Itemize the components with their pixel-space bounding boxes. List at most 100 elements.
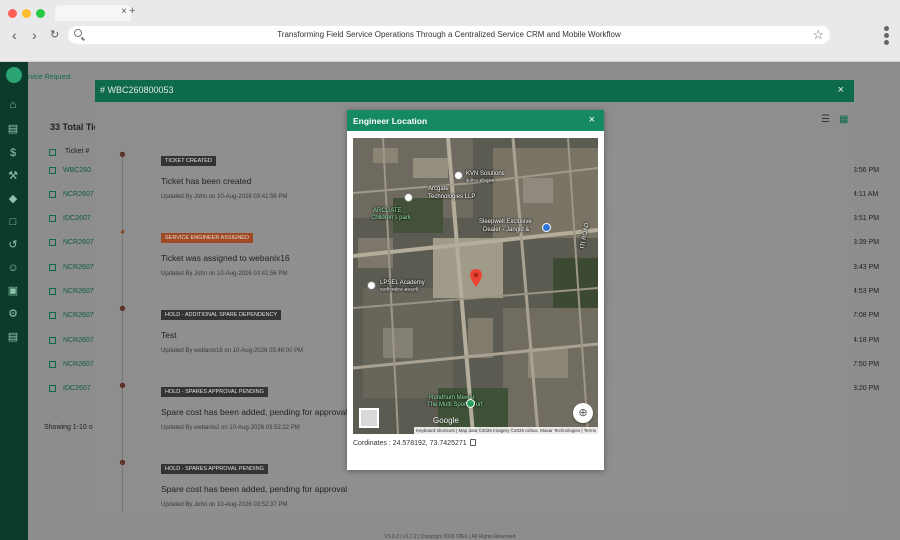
table-row[interactable]: NCR2607	[63, 312, 94, 319]
my-location-icon[interactable]: ⊕	[573, 403, 593, 423]
event-text: Ticket was assigned to webanix16	[161, 253, 290, 263]
wrench-icon[interactable]: ⚒	[6, 169, 20, 183]
place-marker-icon[interactable]	[367, 281, 376, 290]
footer-text: V1.0.2 | v1.7.2 | Copyright 2026 IDEX | …	[384, 534, 516, 540]
row-checkbox[interactable]	[49, 191, 56, 198]
row-time: 3:43 PM	[853, 264, 880, 271]
bookmark-star-icon[interactable]: ☆	[812, 27, 824, 43]
row-checkbox[interactable]	[49, 167, 56, 174]
page-heading: rvice Request	[28, 74, 71, 81]
ticket-column-header: Ticket #	[65, 148, 90, 155]
row-checkbox[interactable]	[49, 239, 56, 246]
map-place-label: Technologies LLP	[428, 194, 476, 200]
engineer-location-pin-icon[interactable]	[470, 269, 482, 287]
table-row[interactable]: NCR2607	[63, 239, 94, 246]
map-place-label: KVN Solutions केवीएन सॉल्यूशंस	[466, 171, 505, 183]
map-place-label: Dealer - Jangid &	[483, 227, 530, 233]
row-checkbox[interactable]	[49, 385, 56, 392]
google-logo: Google	[433, 416, 459, 425]
table-row[interactable]: NCR2607	[63, 264, 94, 271]
event-meta: Updated By John on 10-Aug-2026 03:41:56 …	[161, 271, 288, 277]
place-marker-icon[interactable]	[454, 171, 463, 180]
park-marker-icon[interactable]	[466, 399, 475, 408]
table-row[interactable]: NCR2607	[63, 288, 94, 295]
ticket-modal-close-icon[interactable]: ×	[838, 84, 844, 96]
tab-close-icon[interactable]: ×	[121, 6, 127, 17]
new-tab-button[interactable]: +	[129, 5, 135, 17]
users-icon[interactable]: ☺	[6, 261, 20, 275]
home-icon[interactable]: ⌂	[6, 98, 20, 112]
forward-icon[interactable]: ›	[32, 28, 37, 42]
row-time: 7:08 PM	[853, 312, 880, 319]
event-text: Spare cost has been added, pending for a…	[161, 407, 348, 417]
table-row[interactable]: NCR2607	[63, 337, 94, 344]
location-modal-close-icon[interactable]: ×	[589, 114, 595, 126]
copy-icon[interactable]	[469, 439, 476, 446]
report-icon[interactable]: ▤	[6, 330, 20, 344]
event-text: Test	[161, 330, 177, 340]
chart-icon[interactable]: ▤	[6, 122, 20, 136]
table-row[interactable]: IDC2607	[63, 385, 91, 392]
reload-icon[interactable]: ↻	[50, 28, 59, 42]
back-icon[interactable]: ‹	[12, 28, 17, 42]
total-count: 33 Total Tic	[50, 122, 99, 132]
event-text: Ticket has been created	[161, 176, 252, 186]
document-icon[interactable]: □	[6, 215, 20, 229]
check-circle-icon: ◕	[119, 226, 126, 236]
event-meta: Updated By webanix2 on 10-Aug-2026 03:52…	[161, 425, 300, 431]
person-icon: ☻	[117, 149, 128, 159]
event-meta: Updated By John on 10-Aug-2026 03:52:37 …	[161, 502, 288, 508]
settings-icon[interactable]: ⚙	[6, 307, 20, 321]
browser-menu-icon[interactable]	[882, 26, 890, 48]
row-time: 7:50 PM	[853, 361, 880, 368]
map-place-label: ARCGATE	[373, 208, 402, 214]
row-time: 4:11 AM	[853, 191, 879, 198]
browser-toolbar: × + ‹ › ↻ Transforming Field Service Ope…	[0, 0, 900, 62]
select-all-checkbox[interactable]	[49, 149, 56, 156]
location-modal-title: Engineer Location	[353, 116, 428, 126]
maximize-window-button[interactable]	[36, 9, 45, 18]
event-meta: Updated By John on 10-Aug-2026 03:41:56 …	[161, 194, 288, 200]
card-icon[interactable]: ▣	[6, 284, 20, 298]
app-logo-icon	[6, 67, 22, 83]
map-type-toggle[interactable]	[359, 408, 379, 428]
row-checkbox[interactable]	[49, 337, 56, 344]
shop-marker-icon[interactable]	[542, 223, 551, 232]
map-place-label: LPSEL Academy एलपीएसईएल अकादमी	[380, 280, 425, 292]
row-time: 3:20 PM	[853, 385, 880, 392]
row-time: 4:18 PM	[853, 337, 880, 344]
person-icon: ☻	[117, 457, 128, 467]
address-bar[interactable]: Transforming Field Service Operations Th…	[68, 26, 830, 44]
minimize-window-button[interactable]	[22, 9, 31, 18]
tag-icon[interactable]: ◆	[6, 192, 20, 206]
row-checkbox[interactable]	[49, 361, 56, 368]
pagination-info: Showing 1-10 o	[44, 424, 93, 431]
person-icon: ☻	[117, 303, 128, 313]
row-checkbox[interactable]	[49, 312, 56, 319]
dollar-icon[interactable]: $	[6, 146, 20, 160]
table-row[interactable]: IDC2607	[63, 215, 91, 222]
satellite-map[interactable]: KVN Solutions केवीएन सॉल्यूशंस Arcgate Te…	[353, 138, 598, 434]
table-row[interactable]: NCR2607	[63, 361, 94, 368]
coordinates-text: Cordinates : 24.578192, 73.7425271	[353, 439, 476, 447]
browser-tab[interactable]: ×	[55, 5, 131, 21]
status-badge: HOLD - SPARES APPROVAL PENDING	[161, 464, 268, 474]
table-row[interactable]: NCR2607	[63, 191, 94, 198]
grid-view-icon[interactable]: ▦	[839, 114, 848, 125]
history-icon[interactable]: ↺	[6, 238, 20, 252]
table-row[interactable]: WBC260	[63, 167, 91, 174]
row-checkbox[interactable]	[49, 264, 56, 271]
close-window-button[interactable]	[8, 9, 17, 18]
event-text: Spare cost has been added, pending for a…	[161, 484, 348, 494]
row-time: 3:51 PM	[853, 215, 880, 222]
map-attribution[interactable]: Keyboard shortcuts | Map data ©2026 Imag…	[414, 427, 598, 434]
row-checkbox[interactable]	[49, 288, 56, 295]
list-view-icon[interactable]: ☰	[821, 114, 830, 125]
map-place-label: Children's park	[371, 215, 411, 221]
status-badge: SERVICE ENGINEER ASSIGNED	[161, 233, 253, 243]
place-marker-icon[interactable]	[404, 193, 413, 202]
event-meta: Updated By webanix16 on 10-Aug-2026 03:4…	[161, 348, 304, 354]
row-checkbox[interactable]	[49, 215, 56, 222]
ticket-modal-header: # WBC260800053 ×	[95, 80, 854, 102]
map-place-label: Arcgate	[428, 186, 449, 192]
